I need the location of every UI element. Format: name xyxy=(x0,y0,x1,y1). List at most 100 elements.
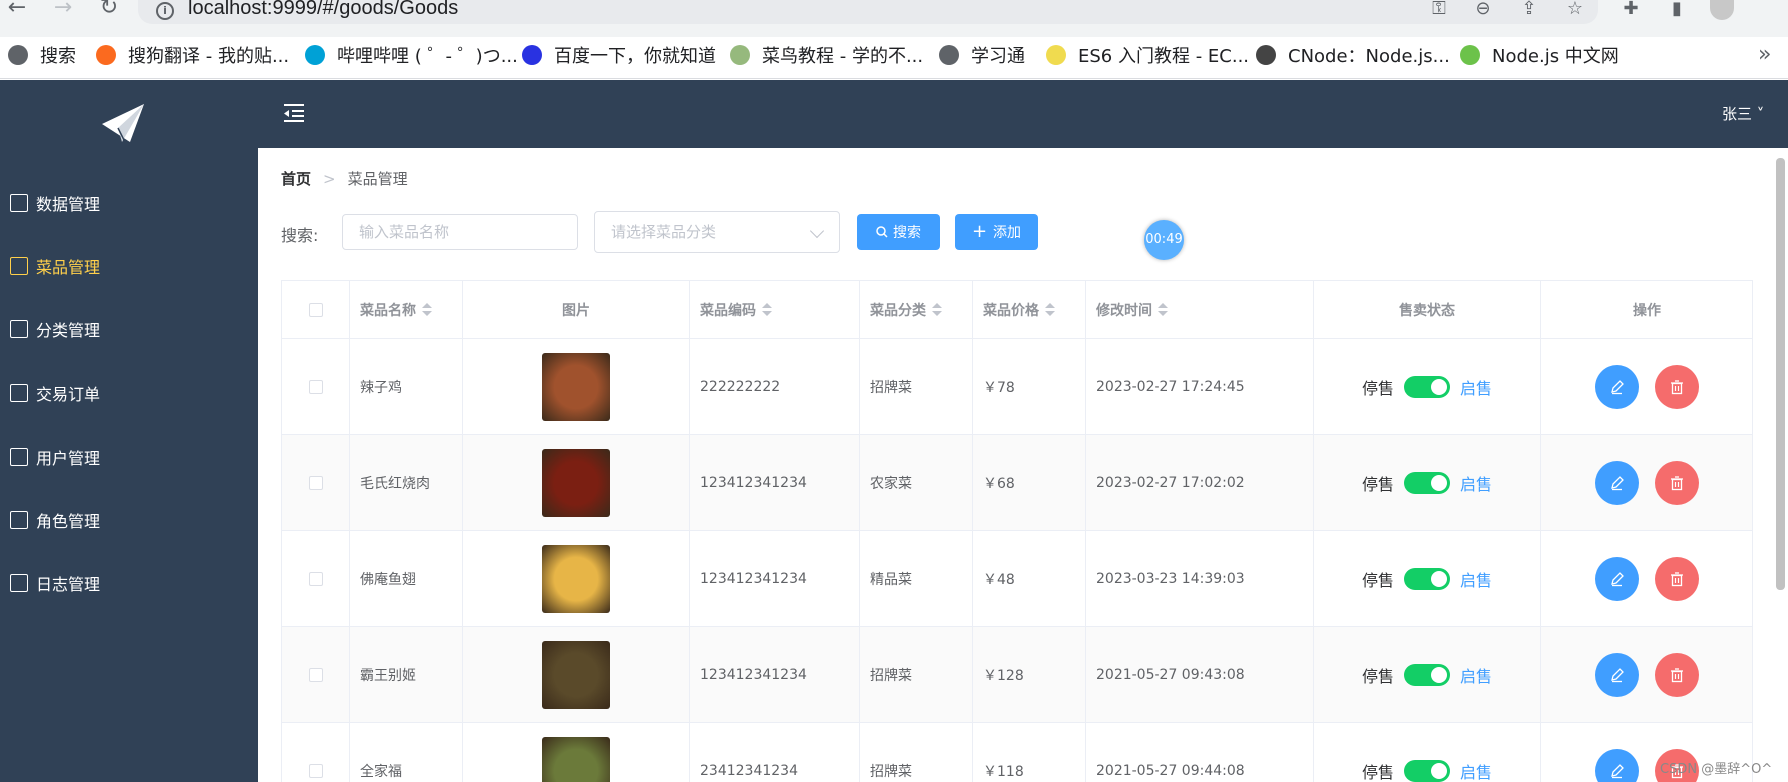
dish-name-input[interactable]: 输入菜品名称 xyxy=(342,214,578,250)
sidebar-item-6[interactable]: 角色管理 xyxy=(0,500,258,540)
bookmark-label: 学习通 xyxy=(971,46,1025,67)
bookmark-item[interactable]: 哔哩哔哩 ( ゜- ゜)つ... xyxy=(305,40,518,70)
sale-status-switch[interactable] xyxy=(1404,568,1450,590)
add-button[interactable]: + 添加 xyxy=(955,214,1038,250)
forward-icon[interactable]: → xyxy=(48,0,78,22)
bookmark-item[interactable]: 菜鸟教程 - 学的不... xyxy=(730,40,923,70)
breadcrumb-home[interactable]: 首页 xyxy=(281,168,311,189)
dish-price-cell: ￥48 xyxy=(973,531,1086,627)
sidebar-item-7[interactable]: 日志管理 xyxy=(0,563,258,603)
bookmark-item[interactable]: 学习通 xyxy=(939,40,1025,70)
sidebar-item-5[interactable]: 用户管理 xyxy=(0,437,258,477)
order-icon xyxy=(10,384,28,402)
row-checkbox[interactable] xyxy=(308,476,323,490)
status-on-label[interactable]: 启售 xyxy=(1460,567,1492,591)
delete-button[interactable] xyxy=(1655,461,1699,505)
extensions-icon[interactable]: ✚ xyxy=(1618,0,1644,22)
dish-name-cell: 霸王别姬 xyxy=(350,627,463,723)
sale-status-switch[interactable] xyxy=(1404,376,1450,398)
sidebar-item-label: 交易订单 xyxy=(36,385,101,404)
edit-button[interactable] xyxy=(1595,461,1639,505)
sort-icon[interactable] xyxy=(1045,302,1055,317)
category-select[interactable]: 请选择菜品分类 xyxy=(594,211,840,253)
star-icon[interactable]: ☆ xyxy=(1562,0,1588,22)
table-row: 全家福 23412341234 招牌菜 ￥118 2021-05-27 09:44:08… xyxy=(282,723,1752,782)
delete-button[interactable] xyxy=(1655,557,1699,601)
url-text[interactable]: localhost:9999/#/goods/Goods xyxy=(188,0,458,20)
bookmark-item[interactable]: 搜索 xyxy=(8,40,76,70)
column-header[interactable]: 菜品价格 xyxy=(973,281,1086,339)
dish-name-cell: 辣子鸡 xyxy=(350,339,463,435)
row-checkbox[interactable] xyxy=(308,764,323,778)
sale-status-switch[interactable] xyxy=(1404,760,1450,782)
bookmark-item[interactable]: CNode：Node.js... xyxy=(1256,40,1450,70)
bookmark-item[interactable]: 百度一下，你就知道 xyxy=(522,40,716,70)
row-checkbox[interactable] xyxy=(308,668,323,682)
share-icon[interactable]: ⇪ xyxy=(1516,0,1542,22)
column-header[interactable]: 修改时间 xyxy=(1086,281,1314,339)
dish-code-cell: 222222222 xyxy=(690,339,860,435)
dish-code: 123412341234 xyxy=(700,571,807,587)
key-icon[interactable]: ⚿ xyxy=(1426,0,1452,22)
search-button[interactable]: 搜索 xyxy=(857,214,940,250)
table-row: 霸王别姬 123412341234 招牌菜 ￥128 2021-05-27 09:43:… xyxy=(282,627,1752,723)
es6-icon xyxy=(1046,45,1066,65)
zoom-icon[interactable]: ⊖ xyxy=(1470,0,1496,22)
delete-button[interactable] xyxy=(1655,653,1699,697)
sale-status-switch[interactable] xyxy=(1404,472,1450,494)
status-off-label[interactable]: 停售 xyxy=(1362,663,1394,687)
column-header[interactable]: 菜品分类 xyxy=(860,281,973,339)
sidebar-item-2[interactable]: 菜品管理 xyxy=(0,246,258,286)
sort-icon[interactable] xyxy=(422,302,432,317)
trash-icon xyxy=(1671,668,1683,683)
reload-icon[interactable]: ↻ xyxy=(94,0,124,22)
column-header: 售卖状态 xyxy=(1314,281,1541,339)
bookmark-item[interactable]: Node.js 中文网 xyxy=(1460,40,1619,70)
select-all-cell xyxy=(282,281,350,339)
status-off-label[interactable]: 停售 xyxy=(1362,567,1394,591)
back-icon[interactable]: ← xyxy=(2,0,32,22)
sale-status-switch[interactable] xyxy=(1404,664,1450,686)
edit-button[interactable] xyxy=(1595,365,1639,409)
bookmark-item[interactable]: ES6 入门教程 - EC... xyxy=(1046,40,1249,70)
dish-code-cell: 23412341234 xyxy=(690,723,860,782)
sort-icon[interactable] xyxy=(762,302,772,317)
bookmark-label: ES6 入门教程 - EC... xyxy=(1078,46,1250,67)
site-info-icon[interactable]: i xyxy=(156,2,174,20)
select-all-checkbox[interactable] xyxy=(308,302,323,317)
side-panel-icon[interactable]: ▮ xyxy=(1664,0,1690,22)
sort-icon[interactable] xyxy=(1158,302,1168,317)
collapse-menu-icon[interactable] xyxy=(282,103,306,123)
watermark: CSDN @墨辞^O^ xyxy=(1660,762,1773,777)
column-header[interactable]: 菜品名称 xyxy=(350,281,463,339)
page-scrollbar[interactable] xyxy=(1776,158,1785,590)
row-checkbox[interactable] xyxy=(308,572,323,586)
edit-button[interactable] xyxy=(1595,653,1639,697)
status-off-label[interactable]: 停售 xyxy=(1362,759,1394,782)
sogou-icon xyxy=(96,45,116,65)
sale-status-cell: 停售 启售 xyxy=(1314,531,1541,627)
bookmark-item[interactable]: 搜狗翻译 - 我的贴... xyxy=(96,40,289,70)
sidebar-item-1[interactable]: 数据管理 xyxy=(0,183,258,223)
sidebar-item-3[interactable]: 分类管理 xyxy=(0,309,258,349)
status-on-label[interactable]: 启售 xyxy=(1460,663,1492,687)
status-off-label[interactable]: 停售 xyxy=(1362,471,1394,495)
edit-icon xyxy=(1611,476,1624,491)
status-on-label[interactable]: 启售 xyxy=(1460,471,1492,495)
bookmarks-more-icon[interactable]: » xyxy=(1758,42,1771,67)
sort-icon[interactable] xyxy=(932,302,942,317)
column-header[interactable]: 菜品编码 xyxy=(690,281,860,339)
sale-status-cell: 停售 启售 xyxy=(1314,723,1541,782)
column-header-label: 操作 xyxy=(1633,302,1661,319)
status-off-label[interactable]: 停售 xyxy=(1362,375,1394,399)
sidebar-item-label: 用户管理 xyxy=(36,449,101,468)
sidebar-item-4[interactable]: 交易订单 xyxy=(0,373,258,413)
delete-button[interactable] xyxy=(1655,365,1699,409)
edit-button[interactable] xyxy=(1595,749,1639,782)
dish-price-cell: ￥128 xyxy=(973,627,1086,723)
status-on-label[interactable]: 启售 xyxy=(1460,375,1492,399)
status-on-label[interactable]: 启售 xyxy=(1460,759,1492,782)
user-dropdown[interactable]: 张三 ˅ xyxy=(1722,103,1764,124)
edit-button[interactable] xyxy=(1595,557,1639,601)
row-checkbox[interactable] xyxy=(308,380,323,394)
